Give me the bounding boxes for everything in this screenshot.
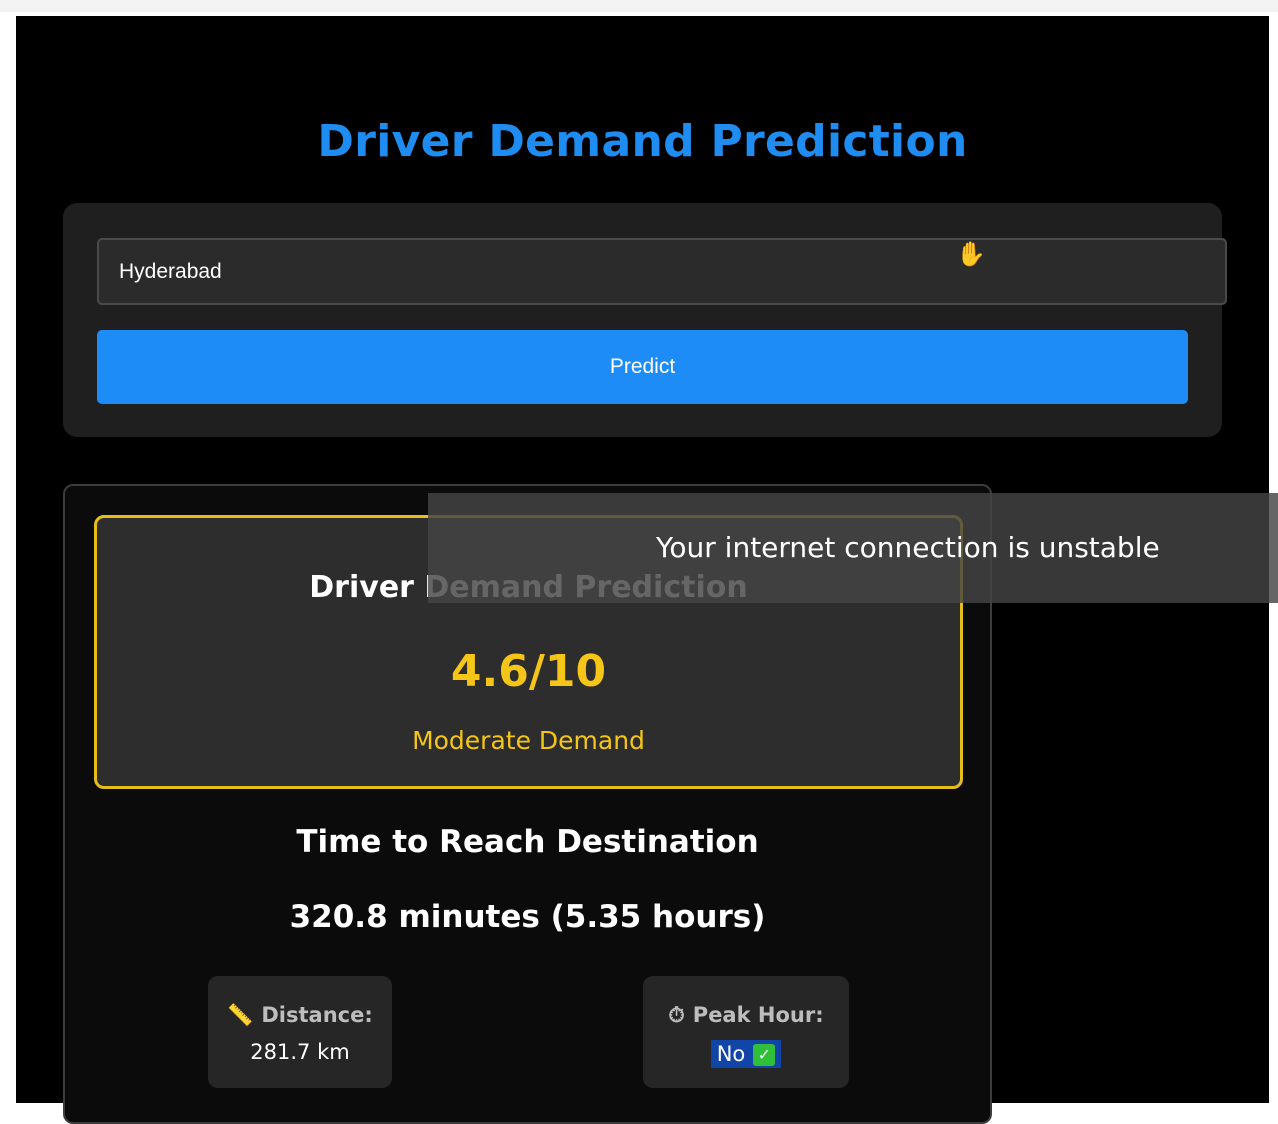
ruler-icon: 📏 xyxy=(227,1003,254,1027)
city-input[interactable] xyxy=(97,238,1227,305)
eta-value: 320.8 minutes (5.35 hours) xyxy=(289,899,766,935)
prediction-form: Predict xyxy=(63,203,1227,437)
peak-hour-card: ⏱ Peak Hour: No ✓ xyxy=(643,976,849,1088)
browser-top-strip xyxy=(0,0,1278,12)
predict-button[interactable]: Predict xyxy=(97,330,1188,404)
toast-message: Your internet connection is unstable xyxy=(656,531,1160,564)
page-title: Driver Demand Prediction xyxy=(317,116,968,167)
check-mark-icon: ✓ xyxy=(753,1044,776,1066)
demand-level: Moderate Demand xyxy=(412,726,645,755)
distance-value: 281.7 km xyxy=(250,1040,350,1064)
hand-cursor-icon: ✋ xyxy=(956,240,986,268)
peak-hour-badge: No ✓ xyxy=(710,1040,782,1068)
demand-score: 4.6/10 xyxy=(450,646,607,697)
stopwatch-icon: ⏱ xyxy=(668,1003,685,1027)
connection-toast: Your internet connection is unstable xyxy=(428,493,1278,603)
distance-label: Distance: xyxy=(261,1003,373,1027)
distance-card: 📏 Distance: 281.7 km xyxy=(208,976,392,1088)
peak-hour-value: No xyxy=(716,1042,746,1066)
eta-title: Time to Reach Destination xyxy=(296,824,759,860)
peak-hour-label: Peak Hour: xyxy=(692,1003,824,1027)
